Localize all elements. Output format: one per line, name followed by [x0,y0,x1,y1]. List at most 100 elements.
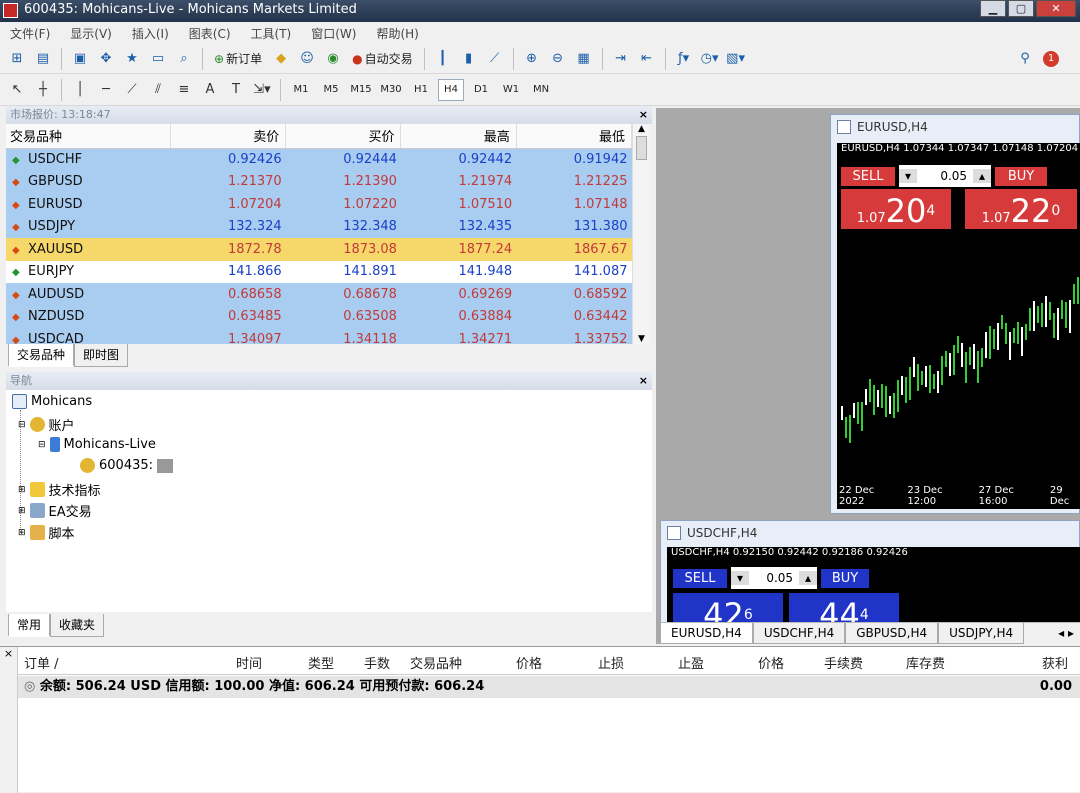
menu-view[interactable]: 显示(V) [70,25,112,42]
nav-account[interactable]: 600435: [80,458,174,473]
buy-price[interactable]: 1.07220 [965,189,1077,230]
menu-charts[interactable]: 图表(C) [189,25,231,42]
buy-button[interactable]: BUY [995,166,1048,186]
tf-m30[interactable]: M30 [378,79,404,101]
market-watch-row[interactable]: ◆ AUDUSD 0.68658 0.68678 0.69269 0.68592 [6,283,632,306]
tf-m1[interactable]: M1 [288,79,314,101]
col-low[interactable]: 最低 [516,124,632,149]
notification-icon[interactable]: 1 [1040,48,1062,70]
market-watch-close-icon[interactable]: × [639,106,648,124]
eurusd-chart-canvas[interactable]: EURUSD,H4 1.07344 1.07347 1.07148 1.0720… [837,143,1080,509]
channel-icon[interactable]: ⫽ [147,79,169,101]
tile-windows-icon[interactable]: ▦ [573,48,595,70]
market-watch-row[interactable]: ◆ XAUUSD 1872.78 1873.08 1877.24 1867.67 [6,238,632,261]
minimize-button[interactable]: ▁ [980,0,1006,17]
data-window-icon[interactable]: ✥ [95,48,117,70]
market-watch-icon[interactable]: ▣ [69,48,91,70]
chart-tab-usdchf[interactable]: USDCHF,H4 [752,623,846,644]
nav-experts[interactable]: ⊞ EA交易 [18,501,92,520]
terminal-close-icon[interactable]: × [0,647,18,793]
new-chart-icon[interactable]: ⊞ [6,48,28,70]
arrows-icon[interactable]: ⇲▾ [251,79,273,101]
signals-icon[interactable]: ◉ [322,48,344,70]
market-watch-row[interactable]: ◆ USDCAD 1.34097 1.34118 1.34271 1.33752 [6,328,632,344]
tab-favorites[interactable]: 收藏夹 [50,614,105,637]
chart-tab-usdjpy[interactable]: USDJPY,H4 [938,623,1025,644]
menu-insert[interactable]: 插入(I) [132,25,169,42]
tf-mn[interactable]: MN [528,79,554,101]
metaeditor-icon[interactable]: ◆ [270,48,292,70]
terminal-icon[interactable]: ▭ [147,48,169,70]
col-sl[interactable]: 止损 [598,653,624,672]
market-watch-row[interactable]: ◆ NZDUSD 0.63485 0.63508 0.63884 0.63442 [6,305,632,328]
candlestick-icon[interactable]: ▮ [458,48,480,70]
tf-m5[interactable]: M5 [318,79,344,101]
search-icon[interactable]: ⚲ [1014,48,1036,70]
usdchf-chart-canvas[interactable]: USDCHF,H4 0.92150 0.92442 0.92186 0.9242… [667,547,1080,631]
tab-common[interactable]: 常用 [8,614,51,637]
text-tool-icon[interactable]: A [199,79,221,101]
market-watch-row[interactable]: ◆ EURUSD 1.07204 1.07220 1.07510 1.07148 [6,193,632,216]
market-watch-row[interactable]: ◆ USDJPY 132.324 132.348 132.435 131.380 [6,215,632,238]
tab-symbols[interactable]: 交易品种 [8,344,75,367]
col-high[interactable]: 最高 [400,124,517,149]
horizontal-line-icon[interactable]: ─ [95,79,117,101]
lot-increase[interactable]: ▴ [799,571,818,585]
col-profit[interactable]: 获利 [1042,653,1068,672]
close-button[interactable]: ✕ [1036,0,1076,17]
col-symbol[interactable]: 交易品种 [410,653,462,672]
lot-value[interactable]: 0.05 [749,571,799,585]
new-order-button[interactable]: ⊕ 新订单 [210,47,266,71]
market-watch-scrollbar[interactable]: ▲ ▼ [632,124,650,344]
col-symbol[interactable]: 交易品种 [6,124,171,149]
tester-icon[interactable]: ⌕ [173,48,195,70]
maximize-button[interactable]: ▢ [1008,0,1034,17]
zoom-in-icon[interactable]: ⊕ [521,48,543,70]
community-icon[interactable]: ☺ [296,48,318,70]
sell-button[interactable]: SELL [673,568,727,588]
col-order[interactable]: 订单 / [24,653,59,672]
lot-decrease[interactable]: ▾ [899,169,918,183]
menu-window[interactable]: 窗口(W) [311,25,356,42]
tf-d1[interactable]: D1 [468,79,494,101]
lot-size-stepper[interactable]: ▾ 0.05 ▴ [899,165,992,187]
navigator-close-icon[interactable]: × [639,372,648,390]
buy-button[interactable]: BUY [821,568,870,588]
col-tp[interactable]: 止盈 [678,653,704,672]
tf-m15[interactable]: M15 [348,79,374,101]
tf-w1[interactable]: W1 [498,79,524,101]
menu-file[interactable]: 文件(F) [10,25,50,42]
col-size[interactable]: 手数 [364,653,390,672]
bar-chart-icon[interactable]: ┃ [432,48,454,70]
col-price-current[interactable]: 价格 [758,653,784,672]
auto-scroll-icon[interactable]: ⇥ [610,48,632,70]
periods-icon[interactable]: ◷▾ [699,48,721,70]
crosshair-icon[interactable]: ┼ [32,79,54,101]
line-chart-icon[interactable]: ⟋ [484,48,506,70]
label-tool-icon[interactable]: T [225,79,247,101]
nav-root[interactable]: Mohicans [12,394,92,409]
market-watch-row[interactable]: ◆ USDCHF 0.92426 0.92444 0.92442 0.91942 [6,148,632,171]
col-bid[interactable]: 卖价 [170,124,287,149]
nav-server[interactable]: ⊟ Mohicans-Live [38,437,156,452]
col-time[interactable]: 时间 [236,653,262,672]
nav-scripts[interactable]: ⊞ 脚本 [18,523,75,542]
col-price[interactable]: 价格 [516,653,542,672]
tab-tick-chart[interactable]: 即时图 [74,344,129,367]
market-watch-row[interactable]: ◆ GBPUSD 1.21370 1.21390 1.21974 1.21225 [6,170,632,193]
vertical-line-icon[interactable]: │ [69,79,91,101]
lot-size-stepper[interactable]: ▾ 0.05 ▴ [731,567,818,589]
col-swap[interactable]: 库存费 [906,653,945,672]
sell-price[interactable]: 1.07204 [841,189,951,230]
trendline-icon[interactable]: ⟋ [121,79,143,101]
tf-h1[interactable]: H1 [408,79,434,101]
chart-window-eurusd[interactable]: EURUSD,H4 EURUSD,H4 1.07344 1.07347 1.07… [830,114,1080,514]
col-commission[interactable]: 手续费 [824,653,863,672]
nav-indicators[interactable]: ⊞ 技术指标 [18,480,101,499]
lot-value[interactable]: 0.05 [917,169,973,183]
templates-icon[interactable]: ▧▾ [725,48,747,70]
chart-window-usdchf[interactable]: USDCHF,H4 USDCHF,H4 0.92150 0.92442 0.92… [660,520,1080,631]
market-watch-row[interactable]: ◆ EURJPY 141.866 141.891 141.948 141.087 [6,260,632,283]
chart-tabs-scroll-icon[interactable]: ◂ ▸ [1052,623,1080,644]
indicators-icon[interactable]: ƒ▾ [673,48,695,70]
